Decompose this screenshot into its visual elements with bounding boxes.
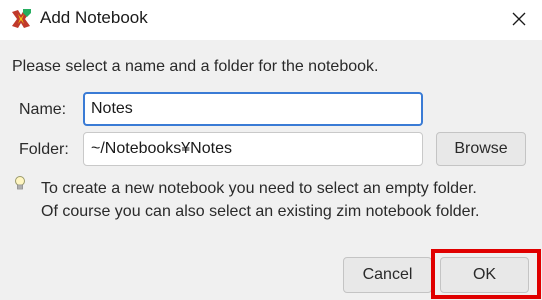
hint-line-1: To create a new notebook you need to sel… (41, 180, 477, 197)
name-input[interactable]: Notes (83, 92, 423, 126)
name-label: Name: (19, 101, 67, 118)
browse-button[interactable]: Browse (436, 132, 526, 166)
hint-line-2: Of course you can also select an existin… (41, 203, 480, 220)
title-bar: Add Notebook (0, 0, 542, 40)
zim-icon (12, 9, 31, 28)
lightbulb-icon (15, 176, 25, 190)
folder-label: Folder: (19, 141, 69, 158)
close-icon (512, 12, 526, 26)
cancel-button[interactable]: Cancel (343, 257, 432, 293)
folder-input[interactable]: ~/Notebooks¥Notes (83, 132, 423, 166)
dialog-content: Please select a name and a folder for th… (0, 40, 542, 300)
ok-button[interactable]: OK (440, 257, 529, 293)
close-button[interactable] (496, 0, 542, 38)
window-title: Add Notebook (40, 8, 148, 27)
hint-text: To create a new notebook you need to sel… (41, 177, 479, 223)
intro-text: Please select a name and a folder for th… (12, 58, 379, 75)
